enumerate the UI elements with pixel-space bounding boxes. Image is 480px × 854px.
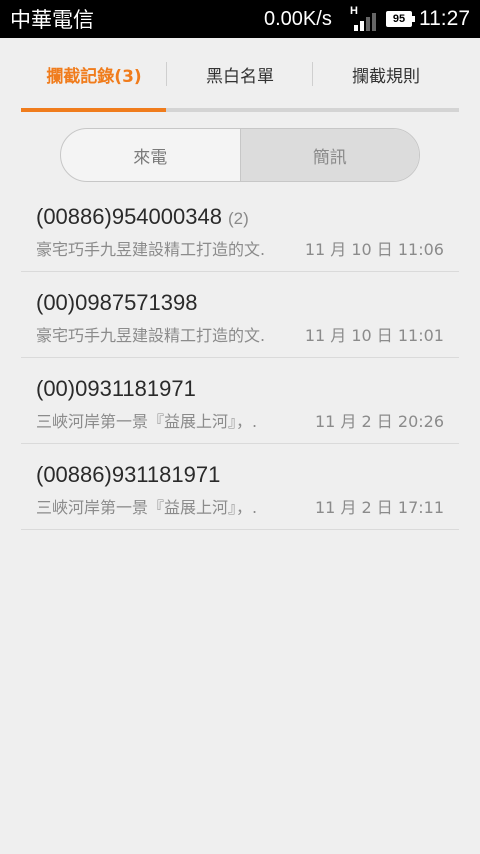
call-sms-toggle: 來電 簡訊: [60, 128, 420, 182]
tab-black-white-list[interactable]: 黑白名單: [167, 62, 313, 87]
signal-icon: H: [350, 5, 378, 31]
message-preview: 豪宅巧手九昱建設精工打造的文.: [36, 326, 266, 345]
message-preview: 三峽河岸第一景『益展上河』，.: [36, 498, 258, 517]
blocked-sms-list: (00886)954000348 (2) 豪宅巧手九昱建設精工打造的文. 11 月…: [21, 186, 459, 530]
sender-number: (00886)954000348: [36, 204, 222, 229]
clock: 11:27: [419, 7, 470, 30]
segment-sms-button[interactable]: 簡訊: [239, 129, 419, 181]
sender-number: (00)0987571398: [36, 290, 198, 315]
message-time: 11 月 2 日 20:26: [315, 412, 444, 431]
carrier-name: 中華電信: [10, 9, 94, 32]
network-speed: 0.00K/s: [264, 7, 332, 30]
message-time: 11 月 10 日 11:01: [304, 326, 444, 345]
sender-number: (00)0931181971: [36, 376, 196, 401]
message-count: (2): [227, 209, 249, 228]
message-preview: 豪宅巧手九昱建設精工打造的文.: [36, 240, 266, 259]
list-item[interactable]: (00886)954000348 (2) 豪宅巧手九昱建設精工打造的文. 11 月…: [21, 186, 459, 272]
tab-intercept-log[interactable]: 攔截記錄(3): [21, 62, 167, 87]
tab-intercept-rules[interactable]: 攔截規則: [313, 62, 459, 87]
list-item[interactable]: (00)0987571398 豪宅巧手九昱建設精工打造的文. 11 月 10 日…: [21, 272, 459, 358]
battery-level: 95: [392, 13, 406, 25]
battery-icon: 95: [386, 11, 415, 27]
segment-calls-button[interactable]: 來電: [61, 129, 240, 181]
message-time: 11 月 10 日 11:06: [304, 240, 444, 259]
sender-number: (00886)931181971: [36, 462, 221, 487]
list-item[interactable]: (00886)931181971 三峽河岸第一景『益展上河』，. 11 月 2 …: [21, 444, 459, 530]
message-time: 11 月 2 日 17:11: [315, 498, 444, 517]
message-preview: 三峽河岸第一景『益展上河』，.: [36, 412, 258, 431]
tab-indicator: [21, 108, 166, 112]
list-item[interactable]: (00)0931181971 三峽河岸第一景『益展上河』，. 11 月 2 日 …: [21, 358, 459, 444]
tab-bar: 攔截記錄(3) 黑白名單 攔截規則: [0, 38, 480, 113]
status-bar: 中華電信 0.00K/s H 95 11:27: [0, 0, 480, 38]
